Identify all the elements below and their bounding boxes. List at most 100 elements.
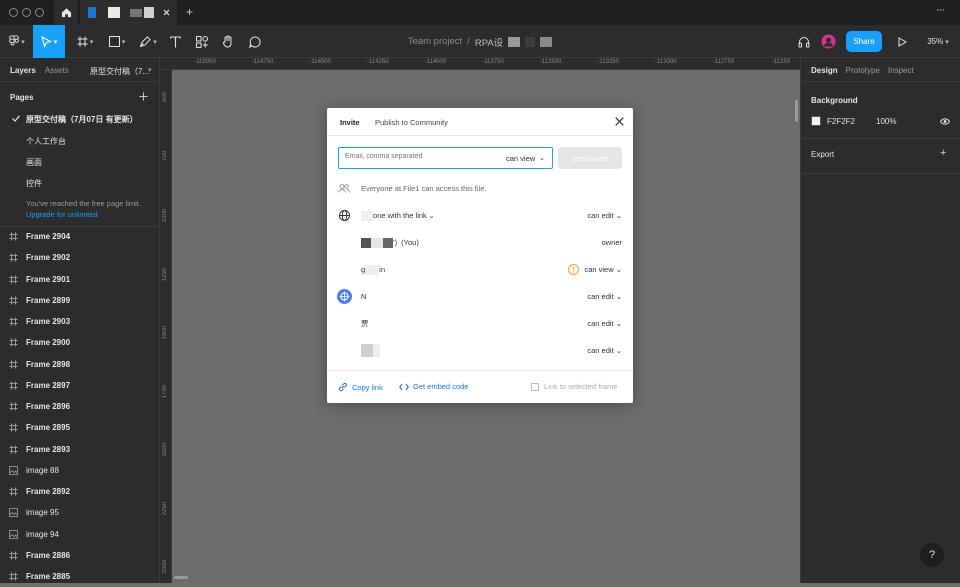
- member-role[interactable]: can edit ⌄: [587, 346, 622, 355]
- chevron-down-icon[interactable]: ⌄: [429, 212, 435, 220]
- breadcrumb-file-name[interactable]: RPA设: [475, 35, 503, 49]
- checkbox[interactable]: [531, 382, 539, 391]
- copy-link-button[interactable]: Copy link: [338, 382, 383, 392]
- layer-item[interactable]: Frame 2900: [0, 332, 160, 353]
- ruler-tick-label: 750: [162, 150, 168, 161]
- member-row[interactable]: can edit ⌄: [327, 337, 633, 364]
- close-tab-icon[interactable]: [163, 9, 170, 16]
- link-selected-frame-option[interactable]: Link to selected frame: [531, 382, 617, 391]
- send-invite-button[interactable]: Send invite: [558, 147, 622, 169]
- layer-item[interactable]: Frame 2893: [0, 439, 160, 460]
- zoom-menu[interactable]: 35% ▾: [922, 25, 954, 58]
- eye-icon[interactable]: [940, 118, 950, 125]
- breadcrumb-project[interactable]: Team project: [408, 36, 462, 47]
- layer-item[interactable]: Frame 2892: [0, 481, 160, 502]
- layer-label: Frame 2897: [26, 380, 71, 390]
- page-item[interactable]: 个人工作台: [26, 136, 66, 147]
- frame-icon: [0, 551, 26, 560]
- add-export-button[interactable]: +: [940, 147, 946, 159]
- breadcrumb-separator: /: [467, 36, 470, 47]
- share-button[interactable]: Share: [846, 31, 882, 52]
- member-row[interactable]: N can edit ⌄: [327, 283, 633, 310]
- present-button[interactable]: [894, 25, 910, 58]
- layer-item[interactable]: Frame 2895: [0, 417, 160, 438]
- layer-item[interactable]: image 95: [0, 502, 160, 523]
- embed-code-button[interactable]: Get embed code: [399, 382, 468, 391]
- layer-label: Frame 2904: [26, 232, 71, 241]
- resources-tool-button[interactable]: [193, 25, 211, 58]
- user-avatar[interactable]: [819, 25, 837, 58]
- email-input[interactable]: [345, 153, 490, 160]
- layer-item[interactable]: Frame 2886: [0, 545, 160, 566]
- layer-item[interactable]: Frame 2902: [0, 247, 160, 268]
- layer-item[interactable]: Frame 2899: [0, 290, 160, 311]
- file-tab[interactable]: [80, 0, 177, 25]
- audio-button[interactable]: [795, 25, 813, 58]
- new-tab-button[interactable]: +: [186, 5, 193, 19]
- hand-tool-button[interactable]: [219, 25, 237, 58]
- comment-tool-button[interactable]: [246, 25, 264, 58]
- chevron-down-icon[interactable]: ▾: [148, 66, 152, 74]
- tab-assets[interactable]: Assets: [45, 66, 69, 75]
- components-icon: [196, 35, 208, 48]
- close-icon[interactable]: [615, 117, 624, 126]
- layer-item[interactable]: Frame 2885: [0, 566, 160, 587]
- text-tool-button[interactable]: [166, 25, 184, 58]
- pen-tool-button[interactable]: ▾: [134, 25, 162, 58]
- background-swatch[interactable]: [811, 116, 821, 126]
- page-item[interactable]: 原型交付稿（7月07日 有更新）: [26, 114, 138, 125]
- page-item[interactable]: 画面: [26, 157, 42, 168]
- code-icon: [399, 383, 409, 390]
- layer-item[interactable]: image 88: [0, 460, 160, 481]
- member-row[interactable]: 贾 can edit ⌄: [327, 310, 633, 337]
- frame-tool-button[interactable]: ▾: [72, 25, 98, 58]
- tab-invite[interactable]: Invite: [340, 118, 360, 127]
- window-close-icon[interactable]: [9, 8, 18, 17]
- member-role[interactable]: can edit ⌄: [587, 211, 622, 220]
- upgrade-link[interactable]: Upgrade for unlimited: [26, 210, 98, 219]
- ruler-tick-label: -115000: [194, 59, 216, 65]
- member-role: owner: [601, 238, 622, 247]
- member-row[interactable]: one with the link ⌄ can edit ⌄: [327, 202, 633, 229]
- layer-item[interactable]: Frame 2901: [0, 269, 160, 290]
- vertical-ruler: 500 750 1000 1250 1500 1750 2000 2250 2500: [160, 70, 172, 583]
- move-tool-button[interactable]: ▾: [33, 25, 65, 58]
- file-title[interactable]: 原型交付稿（7...: [90, 66, 149, 77]
- tab-design[interactable]: Design: [811, 66, 838, 75]
- member-row[interactable]: g in can view ⌄: [327, 256, 633, 283]
- help-button[interactable]: ?: [920, 543, 944, 567]
- ruler-tick-label: -113250: [597, 59, 619, 65]
- file-icon: [88, 7, 96, 18]
- member-role[interactable]: can edit ⌄: [587, 292, 622, 301]
- more-menu-button[interactable]: ···: [936, 4, 945, 16]
- vertical-scrollbar[interactable]: [795, 100, 798, 122]
- home-tab[interactable]: [54, 0, 78, 25]
- tab-layers[interactable]: Layers: [10, 66, 36, 75]
- member-role[interactable]: can view ⌄: [584, 265, 622, 274]
- layer-item[interactable]: Frame 2897: [0, 375, 160, 396]
- add-page-icon[interactable]: [139, 92, 148, 101]
- window-maximize-icon[interactable]: [35, 8, 44, 17]
- invite-email-field[interactable]: can view ⌄: [338, 147, 553, 169]
- layer-item[interactable]: Frame 2898: [0, 354, 160, 375]
- frame-icon: [0, 232, 26, 241]
- layer-item[interactable]: Frame 2904: [0, 226, 160, 247]
- member-role[interactable]: can edit ⌄: [587, 319, 622, 328]
- horizontal-scrollbar[interactable]: [174, 576, 188, 579]
- background-opacity[interactable]: 100%: [876, 117, 896, 126]
- page-item[interactable]: 控件: [26, 178, 42, 189]
- tab-prototype[interactable]: Prototype: [846, 66, 880, 75]
- ruler-tick-label: -113750: [482, 59, 504, 65]
- tab-inspect[interactable]: Inspect: [888, 66, 914, 75]
- layer-item[interactable]: image 94: [0, 524, 160, 545]
- window-minimize-icon[interactable]: [22, 8, 31, 17]
- background-hex[interactable]: F2F2F2: [827, 117, 855, 126]
- member-row[interactable]: ’) (You) owner: [327, 229, 633, 256]
- ruler-tick-label: 500: [162, 92, 168, 103]
- layer-item[interactable]: Frame 2903: [0, 311, 160, 332]
- tab-publish-community[interactable]: Publish to Community: [375, 118, 448, 127]
- main-menu-button[interactable]: ▾: [2, 25, 32, 58]
- invite-role-select[interactable]: can view: [506, 154, 535, 163]
- layer-item[interactable]: Frame 2896: [0, 396, 160, 417]
- shape-tool-button[interactable]: ▾: [102, 25, 132, 58]
